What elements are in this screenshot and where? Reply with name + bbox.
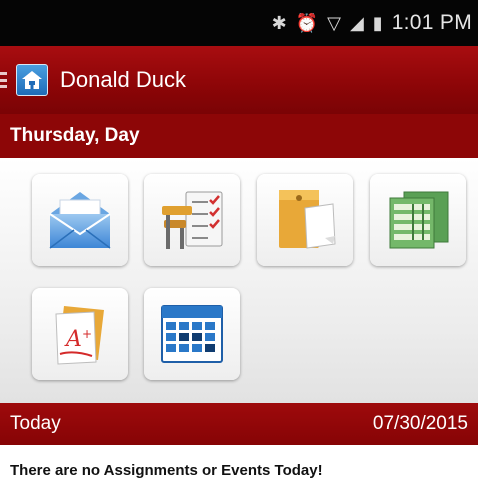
today-bar: Today 07/30/2015: [0, 403, 478, 445]
day-label: Thursday, Day: [10, 125, 140, 146]
day-header: Thursday, Day: [0, 114, 478, 158]
app-bar: Donald Duck: [0, 46, 478, 114]
calendar-icon: [161, 305, 223, 363]
signal-icon: ◢: [349, 12, 364, 34]
svg-text:+: +: [82, 327, 92, 341]
status-time: 1:01 PM: [391, 11, 472, 34]
graded-paper-icon: A +: [55, 306, 104, 365]
envelope-icon: [49, 192, 111, 249]
bluetooth-icon: ✱: [271, 12, 287, 34]
battery-icon: ▮: [372, 12, 383, 34]
grades-tile[interactable]: [370, 174, 466, 266]
app-title: Donald Duck: [60, 67, 186, 92]
module-grid: A +: [0, 158, 478, 403]
documents-tile[interactable]: [257, 174, 353, 266]
desk-checklist-icon: [162, 191, 223, 249]
svg-text:A: A: [64, 327, 82, 352]
gradebook-icon: [389, 191, 449, 249]
empty-events-message: There are no Assignments or Events Today…: [10, 462, 323, 479]
assignments-tile[interactable]: A +: [32, 288, 128, 380]
mail-tile[interactable]: [32, 174, 128, 266]
today-date: 07/30/2015: [372, 413, 468, 434]
school-house-icon[interactable]: [16, 64, 48, 96]
wifi-icon: ▽: [327, 12, 341, 34]
calendar-tile[interactable]: [144, 288, 240, 380]
today-label: Today: [10, 413, 61, 434]
attendance-tile[interactable]: [144, 174, 240, 266]
folder-paper-icon: [279, 190, 336, 249]
hamburger-menu-icon[interactable]: [0, 70, 8, 90]
alarm-icon: ⏰: [295, 12, 319, 34]
status-bar: ✱ ⏰ ▽ ◢ ▮ 1:01 PM: [0, 0, 478, 46]
